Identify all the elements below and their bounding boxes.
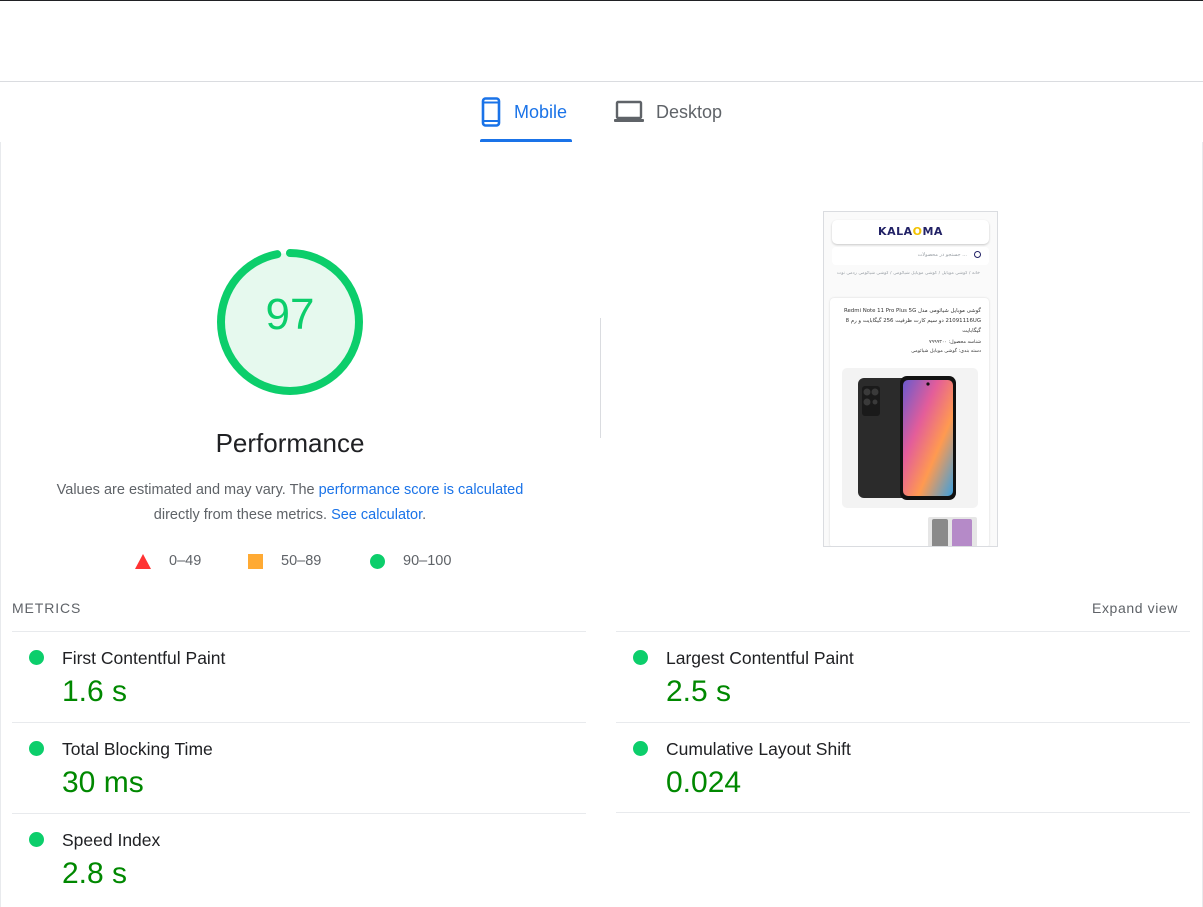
product-image bbox=[842, 368, 978, 508]
product-title: گوشی موبایل شیائومی مدل Redmi Note 11 Pr… bbox=[843, 308, 981, 334]
product-card: گوشی موبایل شیائومی مدل Redmi Note 11 Pr… bbox=[830, 298, 989, 546]
metric-value: 2.5 s bbox=[666, 675, 732, 708]
metric-largest-contentful-paint: Largest Contentful Paint 2.5 s bbox=[616, 631, 1190, 722]
square-icon bbox=[248, 553, 263, 569]
legend-average: 50–89 bbox=[248, 550, 321, 572]
search-icon bbox=[974, 251, 981, 258]
active-tab-indicator bbox=[480, 139, 572, 142]
site-search-placeholder: جستجو در محصولات ... bbox=[917, 252, 967, 258]
metric-total-blocking-time: Total Blocking Time 30 ms bbox=[12, 722, 586, 813]
tab-mobile[interactable]: Mobile bbox=[480, 82, 572, 142]
metric-value: 2.8 s bbox=[62, 857, 128, 890]
description-text-3: . bbox=[422, 507, 427, 523]
metrics-heading: METRICS bbox=[12, 600, 82, 616]
performance-score-link[interactable]: performance score is calculated bbox=[319, 482, 524, 498]
performance-score: 97 bbox=[265, 290, 315, 339]
top-rule bbox=[0, 0, 1203, 1]
device-tabs: Mobile Desktop bbox=[0, 82, 1203, 142]
metric-cumulative-layout-shift: Cumulative Layout Shift 0.024 bbox=[616, 722, 1190, 813]
tab-mobile-label: Mobile bbox=[514, 101, 568, 122]
legend-fail: 0–49 bbox=[135, 550, 201, 572]
triangle-icon bbox=[135, 553, 151, 569]
final-screenshot[interactable]: KALAOMA جستجو در محصولات ... خانه / گوشی… bbox=[823, 211, 998, 547]
tab-desktop-label: Desktop bbox=[656, 101, 723, 122]
site-logo: KALAOMA bbox=[878, 225, 943, 238]
gauge-title: Performance bbox=[215, 428, 365, 458]
circle-icon bbox=[370, 553, 385, 569]
pass-circle-icon bbox=[633, 741, 648, 756]
product-thumbnail bbox=[928, 517, 977, 546]
expand-view-toggle[interactable]: Expand view bbox=[1092, 600, 1178, 616]
product-meta: شناسه محصول: ۷۹۹۹۳۰۰ دسته بندی: گوشی موب… bbox=[839, 338, 981, 356]
pass-circle-icon bbox=[29, 650, 44, 665]
phone-icon bbox=[480, 97, 502, 127]
metric-name: First Contentful Paint bbox=[62, 648, 226, 668]
metric-name: Largest Contentful Paint bbox=[666, 648, 854, 668]
see-calculator-link[interactable]: See calculator bbox=[331, 507, 422, 523]
metric-name: Cumulative Layout Shift bbox=[666, 739, 851, 759]
laptop-icon bbox=[614, 100, 644, 124]
metric-value: 30 ms bbox=[62, 766, 144, 799]
vertical-divider bbox=[600, 318, 601, 438]
site-header: KALAOMA bbox=[832, 220, 989, 244]
score-description: Values are estimated and may vary. The p… bbox=[30, 478, 550, 528]
pass-circle-icon bbox=[29, 832, 44, 847]
panel-border-left bbox=[0, 142, 1, 907]
score-legend: 0–49 50–89 90–100 bbox=[0, 550, 600, 572]
pass-circle-icon bbox=[29, 741, 44, 756]
pass-circle-icon bbox=[633, 650, 648, 665]
legend-pass: 90–100 bbox=[370, 550, 451, 572]
description-text-1: Values are estimated and may vary. The bbox=[56, 482, 319, 498]
product-category: دسته بندی: گوشی موبایل شیائومی bbox=[911, 349, 981, 354]
product-sku: شناسه محصول: ۷۹۹۹۳۰۰ bbox=[928, 340, 981, 345]
metric-value: 1.6 s bbox=[62, 675, 128, 708]
tab-desktop[interactable]: Desktop bbox=[614, 82, 730, 142]
metric-speed-index: Speed Index 2.8 s bbox=[12, 813, 586, 904]
metric-name: Total Blocking Time bbox=[62, 739, 213, 759]
legend-fail-range: 0–49 bbox=[169, 553, 202, 569]
metric-first-contentful-paint: First Contentful Paint 1.6 s bbox=[12, 631, 586, 722]
legend-average-range: 50–89 bbox=[281, 553, 322, 569]
metric-value: 0.024 bbox=[666, 766, 742, 799]
description-text-2: directly from these metrics. bbox=[153, 507, 332, 523]
metric-name: Speed Index bbox=[62, 830, 161, 850]
site-breadcrumb: خانه / گوشی موبایل / گوشی موبایل شیائومی… bbox=[836, 271, 980, 276]
phone-photo-icon bbox=[858, 376, 956, 500]
metrics-column-right: Largest Contentful Paint 2.5 s Cumulativ… bbox=[616, 631, 1190, 813]
legend-pass-range: 90–100 bbox=[403, 553, 452, 569]
metrics-column-left: First Contentful Paint 1.6 s Total Block… bbox=[12, 631, 586, 904]
site-search-bar: جستجو در محصولات ... bbox=[832, 247, 989, 265]
